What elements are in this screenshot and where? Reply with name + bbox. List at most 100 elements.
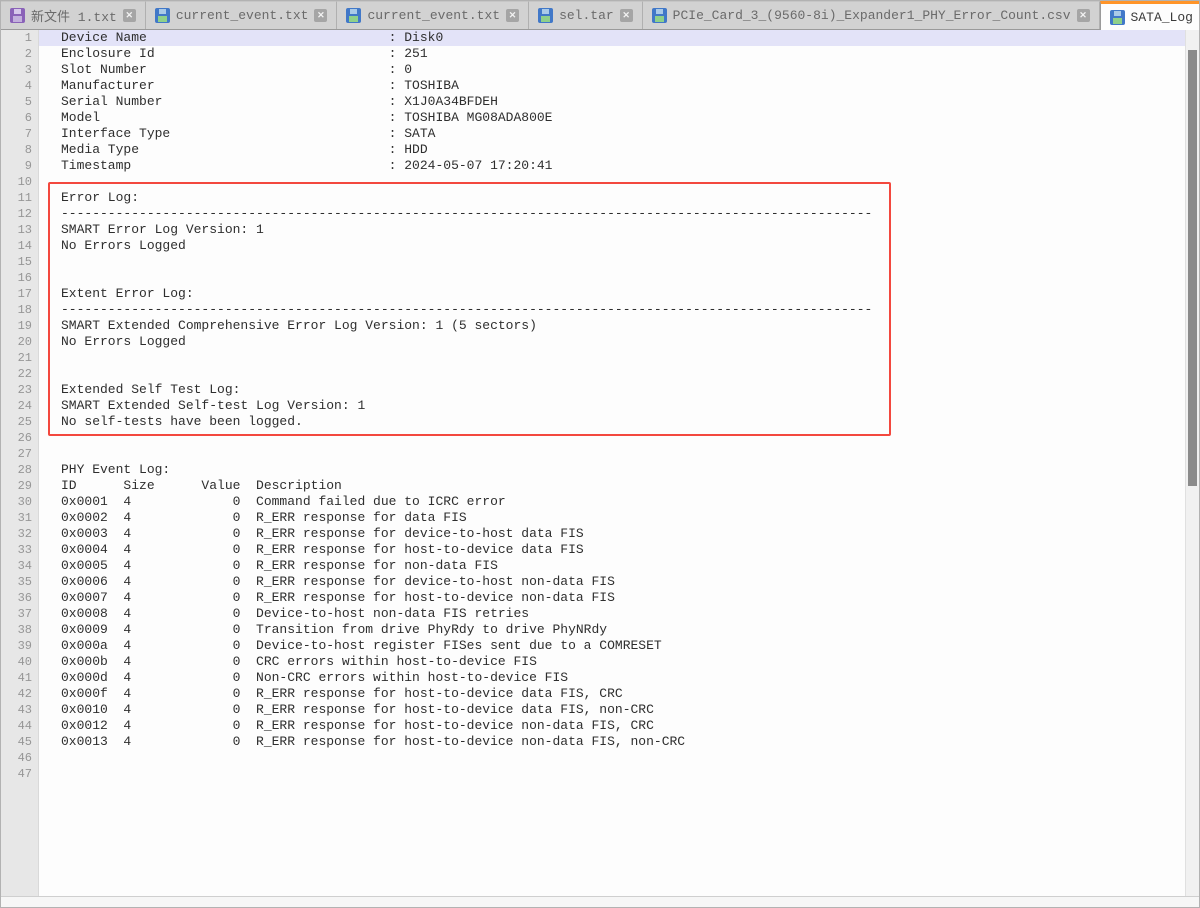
vertical-scrollbar[interactable]: [1185, 30, 1199, 896]
close-icon[interactable]: ✕: [314, 9, 327, 22]
text-line: 38 0x0009 4 0 Transition from drive PhyR…: [1, 622, 1199, 638]
tab-1[interactable]: 新文件 1.txt ✕: [1, 1, 146, 29]
close-icon[interactable]: ✕: [620, 9, 633, 22]
line-text: 0x0010 4 0 R_ERR response for host-to-de…: [39, 702, 1199, 718]
line-text: SMART Extended Self-test Log Version: 1: [39, 398, 1199, 414]
text-line: 42 0x000f 4 0 R_ERR response for host-to…: [1, 686, 1199, 702]
line-number: 37: [1, 606, 39, 622]
line-text: 0x0003 4 0 R_ERR response for device-to-…: [39, 526, 1199, 542]
floppy-disk-icon: [155, 8, 170, 23]
line-number: 27: [1, 446, 39, 462]
line-number: 14: [1, 238, 39, 254]
line-number: 40: [1, 654, 39, 670]
editor-window: 新文件 1.txt ✕ current_event.txt ✕ current_…: [0, 0, 1200, 908]
line-number: 21: [1, 350, 39, 366]
text-line: 10: [1, 174, 1199, 190]
line-text: 0x000d 4 0 Non-CRC errors within host-to…: [39, 670, 1199, 686]
tab-label: 新文件 1.txt: [31, 6, 117, 25]
tab-label: sel.tar: [559, 8, 614, 23]
line-number: 32: [1, 526, 39, 542]
line-text: Interface Type : SATA: [39, 126, 1199, 142]
tab-label: current_event.txt: [367, 8, 500, 23]
line-text: SMART Extended Comprehensive Error Log V…: [39, 318, 1199, 334]
text-line: 16: [1, 270, 1199, 286]
text-line: 28 PHY Event Log:: [1, 462, 1199, 478]
tab-6[interactable]: SATA_Log ✕: [1100, 1, 1200, 30]
line-number: 13: [1, 222, 39, 238]
floppy-disk-icon: [346, 8, 361, 23]
line-number: 29: [1, 478, 39, 494]
line-number: 39: [1, 638, 39, 654]
line-text: PHY Event Log:: [39, 462, 1199, 478]
tab-2[interactable]: current_event.txt ✕: [146, 1, 338, 29]
line-number: 23: [1, 382, 39, 398]
line-text: Device Name : Disk0: [39, 30, 1199, 46]
line-number: 42: [1, 686, 39, 702]
tab-4[interactable]: sel.tar ✕: [529, 1, 643, 29]
line-number: 45: [1, 734, 39, 750]
text-line: 24 SMART Extended Self-test Log Version:…: [1, 398, 1199, 414]
line-number: 31: [1, 510, 39, 526]
text-line: 30 0x0001 4 0 Command failed due to ICRC…: [1, 494, 1199, 510]
tab-bar: 新文件 1.txt ✕ current_event.txt ✕ current_…: [1, 1, 1199, 30]
text-line: 45 0x0013 4 0 R_ERR response for host-to…: [1, 734, 1199, 750]
text-line: 3 Slot Number : 0: [1, 62, 1199, 78]
text-line: 8 Media Type : HDD: [1, 142, 1199, 158]
text-line: 26: [1, 430, 1199, 446]
line-number: 11: [1, 190, 39, 206]
text-lines: 1 Device Name : Disk0 2 Enclosure Id : 2…: [1, 30, 1199, 782]
line-text: [39, 254, 1199, 270]
line-text: Manufacturer : TOSHIBA: [39, 78, 1199, 94]
tab-5[interactable]: PCIe_Card_3_(9560-8i)_Expander1_PHY_Erro…: [643, 1, 1100, 29]
line-text: [39, 430, 1199, 446]
text-line: 43 0x0010 4 0 R_ERR response for host-to…: [1, 702, 1199, 718]
line-text: No Errors Logged: [39, 238, 1199, 254]
line-number: 44: [1, 718, 39, 734]
line-number: 47: [1, 766, 39, 782]
line-text: Extended Self Test Log:: [39, 382, 1199, 398]
text-line: 6 Model : TOSHIBA MG08ADA800E: [1, 110, 1199, 126]
line-text: Model : TOSHIBA MG08ADA800E: [39, 110, 1199, 126]
close-icon[interactable]: ✕: [506, 9, 519, 22]
text-line: 37 0x0008 4 0 Device-to-host non-data FI…: [1, 606, 1199, 622]
line-text: 0x0004 4 0 R_ERR response for host-to-de…: [39, 542, 1199, 558]
line-number: 8: [1, 142, 39, 158]
line-number: 5: [1, 94, 39, 110]
text-line: 7 Interface Type : SATA: [1, 126, 1199, 142]
line-number: 1: [1, 30, 39, 46]
line-number: 26: [1, 430, 39, 446]
tab-3[interactable]: current_event.txt ✕: [337, 1, 529, 29]
line-text: 0x0007 4 0 R_ERR response for host-to-de…: [39, 590, 1199, 606]
line-number: 43: [1, 702, 39, 718]
line-text: Serial Number : X1J0A34BFDEH: [39, 94, 1199, 110]
line-text: 0x0009 4 0 Transition from drive PhyRdy …: [39, 622, 1199, 638]
floppy-disk-icon: [1110, 10, 1125, 25]
text-line: 25 No self-tests have been logged.: [1, 414, 1199, 430]
line-number: 33: [1, 542, 39, 558]
line-number: 22: [1, 366, 39, 382]
horizontal-scrollbar[interactable]: [1, 896, 1199, 907]
text-line: 41 0x000d 4 0 Non-CRC errors within host…: [1, 670, 1199, 686]
text-line: 5 Serial Number : X1J0A34BFDEH: [1, 94, 1199, 110]
line-number: 34: [1, 558, 39, 574]
line-text: Media Type : HDD: [39, 142, 1199, 158]
text-line: 22: [1, 366, 1199, 382]
floppy-disk-icon: [10, 8, 25, 23]
text-line: 31 0x0002 4 0 R_ERR response for data FI…: [1, 510, 1199, 526]
text-line: 33 0x0004 4 0 R_ERR response for host-to…: [1, 542, 1199, 558]
close-icon[interactable]: ✕: [123, 9, 136, 22]
vertical-scrollbar-thumb[interactable]: [1188, 50, 1197, 486]
line-text: 0x0006 4 0 R_ERR response for device-to-…: [39, 574, 1199, 590]
text-line: 2 Enclosure Id : 251: [1, 46, 1199, 62]
close-icon[interactable]: ✕: [1077, 9, 1090, 22]
line-text: Enclosure Id : 251: [39, 46, 1199, 62]
line-number: 28: [1, 462, 39, 478]
text-line: 19 SMART Extended Comprehensive Error Lo…: [1, 318, 1199, 334]
line-text: [39, 350, 1199, 366]
editor-area[interactable]: 1 Device Name : Disk0 2 Enclosure Id : 2…: [1, 30, 1199, 896]
text-line: 44 0x0012 4 0 R_ERR response for host-to…: [1, 718, 1199, 734]
line-number: 24: [1, 398, 39, 414]
line-number: 10: [1, 174, 39, 190]
line-text: 0x0013 4 0 R_ERR response for host-to-de…: [39, 734, 1199, 750]
line-text: No Errors Logged: [39, 334, 1199, 350]
